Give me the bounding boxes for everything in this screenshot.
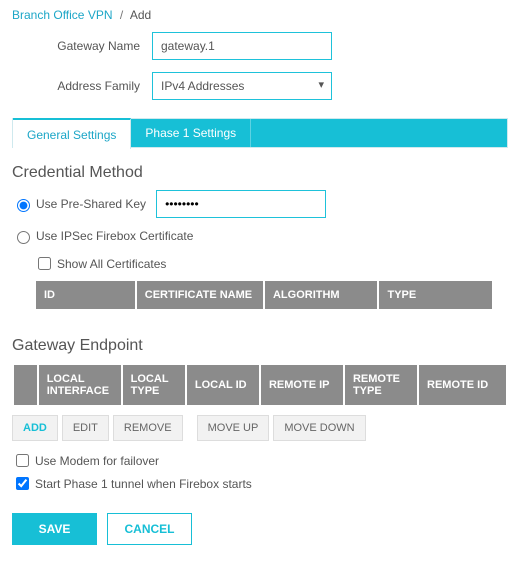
psk-input[interactable] bbox=[156, 190, 326, 218]
ge-th-blank bbox=[13, 364, 38, 406]
start-phase1-checkbox[interactable] bbox=[16, 477, 29, 490]
address-family-label: Address Family bbox=[12, 79, 152, 93]
start-phase1-label: Start Phase 1 tunnel when Firebox starts bbox=[35, 477, 252, 491]
ge-table: LOCAL INTERFACE LOCAL TYPE LOCAL ID REMO… bbox=[12, 363, 508, 407]
modem-failover-label: Use Modem for failover bbox=[35, 454, 159, 468]
ipsec-label: Use IPSec Firebox Certificate bbox=[36, 229, 193, 243]
cert-table: ID CERTIFICATE NAME ALGORITHM TYPE bbox=[34, 279, 494, 311]
modem-failover-checkbox[interactable] bbox=[16, 454, 29, 467]
tabs: General Settings Phase 1 Settings bbox=[12, 118, 508, 148]
ge-th-remote-type: REMOTE TYPE bbox=[344, 364, 418, 406]
ipsec-radio[interactable] bbox=[17, 231, 30, 244]
move-down-button[interactable]: MOVE DOWN bbox=[273, 415, 365, 441]
ge-th-remote-ip: REMOTE IP bbox=[260, 364, 344, 406]
edit-button[interactable]: EDIT bbox=[62, 415, 109, 441]
breadcrumb-current: Add bbox=[130, 8, 151, 22]
gateway-name-label: Gateway Name bbox=[12, 39, 152, 53]
address-family-select[interactable]: IPv4 Addresses bbox=[152, 72, 332, 100]
add-button[interactable]: ADD bbox=[12, 415, 58, 441]
tab-phase1-settings[interactable]: Phase 1 Settings bbox=[131, 119, 251, 147]
ge-th-local-id: LOCAL ID bbox=[186, 364, 260, 406]
gateway-name-input[interactable] bbox=[152, 32, 332, 60]
move-up-button[interactable]: MOVE UP bbox=[197, 415, 270, 441]
ge-th-local-type: LOCAL TYPE bbox=[122, 364, 186, 406]
cert-th-name: CERTIFICATE NAME bbox=[136, 280, 264, 310]
cancel-button[interactable]: CANCEL bbox=[107, 513, 192, 545]
save-button[interactable]: SAVE bbox=[12, 513, 97, 545]
remove-button[interactable]: REMOVE bbox=[113, 415, 183, 441]
breadcrumb-sep: / bbox=[120, 8, 123, 22]
psk-radio[interactable] bbox=[17, 199, 30, 212]
tab-general-settings[interactable]: General Settings bbox=[13, 118, 131, 149]
cert-th-id: ID bbox=[35, 280, 136, 310]
psk-label: Use Pre-Shared Key bbox=[36, 197, 146, 211]
cert-th-algorithm: ALGORITHM bbox=[264, 280, 379, 310]
show-all-certs-checkbox[interactable] bbox=[38, 257, 51, 270]
cert-th-type: TYPE bbox=[378, 280, 493, 310]
credential-method-title: Credential Method bbox=[12, 164, 508, 182]
ge-th-local-interface: LOCAL INTERFACE bbox=[38, 364, 122, 406]
ge-th-remote-id: REMOTE ID bbox=[418, 364, 507, 406]
gateway-endpoint-title: Gateway Endpoint bbox=[12, 337, 508, 355]
show-all-certs-label: Show All Certificates bbox=[57, 257, 166, 271]
breadcrumb: Branch Office VPN / Add bbox=[12, 8, 508, 22]
breadcrumb-parent[interactable]: Branch Office VPN bbox=[12, 8, 113, 22]
